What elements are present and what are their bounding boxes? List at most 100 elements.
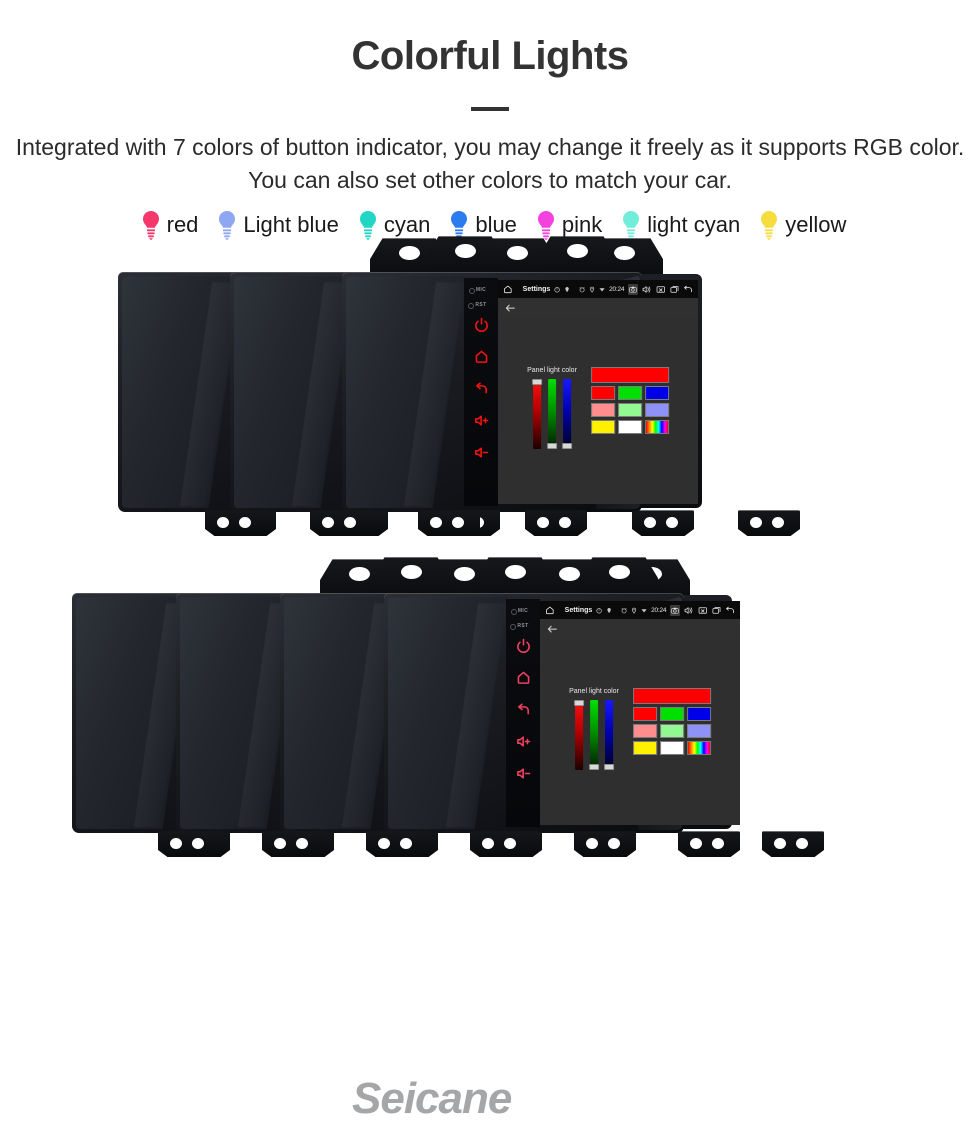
recent-apps-icon[interactable] — [670, 284, 680, 295]
slider-thumb[interactable] — [547, 443, 557, 449]
close-icon[interactable] — [698, 605, 708, 616]
color-swatch[interactable] — [660, 741, 684, 755]
color-swatch[interactable] — [633, 707, 657, 721]
legend-item-light-blue: Light blue — [216, 210, 338, 240]
swatch-row — [633, 724, 711, 738]
swatch-row — [591, 420, 669, 434]
gps-pin-icon — [606, 607, 612, 614]
timer-icon — [554, 286, 560, 293]
color-swatch[interactable] — [687, 741, 711, 755]
rear-mount-tab — [426, 236, 504, 276]
slider-thumb[interactable] — [532, 379, 542, 385]
color-swatch[interactable] — [633, 724, 657, 738]
front-mount-foot — [574, 831, 636, 857]
front-mount-foot — [366, 831, 428, 857]
volume-icon[interactable] — [642, 284, 652, 295]
color-swatch[interactable] — [618, 420, 642, 434]
home-icon[interactable] — [516, 670, 531, 685]
color-swatch[interactable] — [645, 403, 669, 417]
swatch-preview-row — [633, 688, 711, 704]
settings-content: Panel light color — [498, 318, 698, 504]
watermark: Seicane — [352, 1074, 511, 1124]
color-swatch[interactable] — [687, 707, 711, 721]
color-swatch[interactable] — [591, 403, 615, 417]
color-preview-swatch[interactable] — [591, 367, 669, 383]
slider-thumb[interactable] — [574, 700, 584, 706]
home-icon[interactable] — [545, 605, 555, 616]
blue-slider[interactable] — [605, 700, 613, 770]
color-swatch[interactable] — [591, 386, 615, 400]
color-swatch[interactable] — [645, 420, 669, 434]
legend-item-red: red — [140, 210, 199, 240]
back-icon[interactable] — [683, 284, 693, 295]
slider-thumb[interactable] — [604, 764, 614, 770]
power-icon[interactable] — [474, 317, 489, 332]
front-mount-foot — [205, 510, 267, 536]
volume-up-icon[interactable] — [516, 734, 531, 749]
color-swatch[interactable] — [618, 386, 642, 400]
legend-label: Light blue — [243, 212, 338, 238]
recent-apps-icon[interactable] — [712, 605, 722, 616]
dialog-title: Panel light color — [569, 688, 619, 695]
mic-label: MIC — [518, 608, 528, 614]
back-icon[interactable] — [474, 381, 489, 396]
rear-mount-tab — [372, 557, 450, 597]
swatch-grid — [591, 367, 669, 434]
legend-label: light cyan — [647, 212, 740, 238]
product-stage: MICRSTSettings20:24MICRSTSettings20:24MI… — [0, 240, 980, 900]
unit-pink[interactable]: MICRSTSettings20:24Panel light color — [384, 593, 684, 833]
legend-item-yellow: yellow — [758, 210, 846, 240]
arrow-back-icon[interactable] — [505, 303, 516, 314]
green-slider[interactable] — [590, 700, 598, 770]
page-title: Colorful Lights — [0, 34, 980, 79]
action-bar — [540, 619, 740, 639]
green-slider[interactable] — [548, 379, 556, 449]
arrow-back-icon[interactable] — [547, 624, 558, 635]
swatch-row — [591, 403, 669, 417]
legend-item-cyan: cyan — [357, 210, 430, 240]
volume-down-icon[interactable] — [516, 766, 531, 781]
color-swatch[interactable] — [660, 724, 684, 738]
color-preview-swatch[interactable] — [633, 688, 711, 704]
swatch-preview-row — [591, 367, 669, 383]
red-slider[interactable] — [533, 379, 541, 449]
camera-icon[interactable] — [670, 605, 680, 616]
volume-down-icon[interactable] — [474, 445, 489, 460]
bulb-icon — [357, 210, 379, 240]
slider-thumb[interactable] — [562, 443, 572, 449]
bulb-icon — [216, 210, 238, 240]
color-swatch[interactable] — [633, 741, 657, 755]
color-swatch[interactable] — [591, 420, 615, 434]
back-icon[interactable] — [516, 702, 531, 717]
panel-light-color-dialog: Panel light color — [527, 367, 669, 449]
lcd-screen[interactable]: Settings20:24Panel light color — [498, 280, 698, 504]
front-mount-foot — [418, 510, 480, 536]
red-slider[interactable] — [575, 700, 583, 770]
front-mount-foot — [762, 831, 824, 857]
color-swatch[interactable] — [645, 386, 669, 400]
blue-slider[interactable] — [563, 379, 571, 449]
power-icon[interactable] — [516, 638, 531, 653]
home-icon[interactable] — [503, 284, 513, 295]
back-icon[interactable] — [725, 605, 735, 616]
camera-icon[interactable] — [628, 284, 638, 295]
page-subtitle: Integrated with 7 colors of button indic… — [0, 131, 980, 196]
bulb-icon — [758, 210, 780, 240]
color-swatch[interactable] — [687, 724, 711, 738]
unit-red[interactable]: MICRSTSettings20:24Panel light color — [342, 272, 642, 512]
lcd-screen[interactable]: Settings20:24Panel light color — [540, 601, 740, 825]
slider-thumb[interactable] — [589, 764, 599, 770]
page-header: Colorful Lights Integrated with 7 colors… — [0, 0, 980, 196]
volume-up-icon[interactable] — [474, 413, 489, 428]
rear-mount-tab — [538, 236, 616, 276]
rgb-sliders — [575, 700, 613, 770]
mic-label: MIC — [476, 287, 486, 293]
color-swatch[interactable] — [618, 403, 642, 417]
volume-icon[interactable] — [684, 605, 694, 616]
close-icon[interactable] — [656, 284, 666, 295]
home-icon[interactable] — [474, 349, 489, 364]
alarm-icon — [579, 286, 585, 293]
slider-section: Panel light color — [527, 367, 577, 449]
reset-label: RST — [517, 623, 528, 629]
color-swatch[interactable] — [660, 707, 684, 721]
